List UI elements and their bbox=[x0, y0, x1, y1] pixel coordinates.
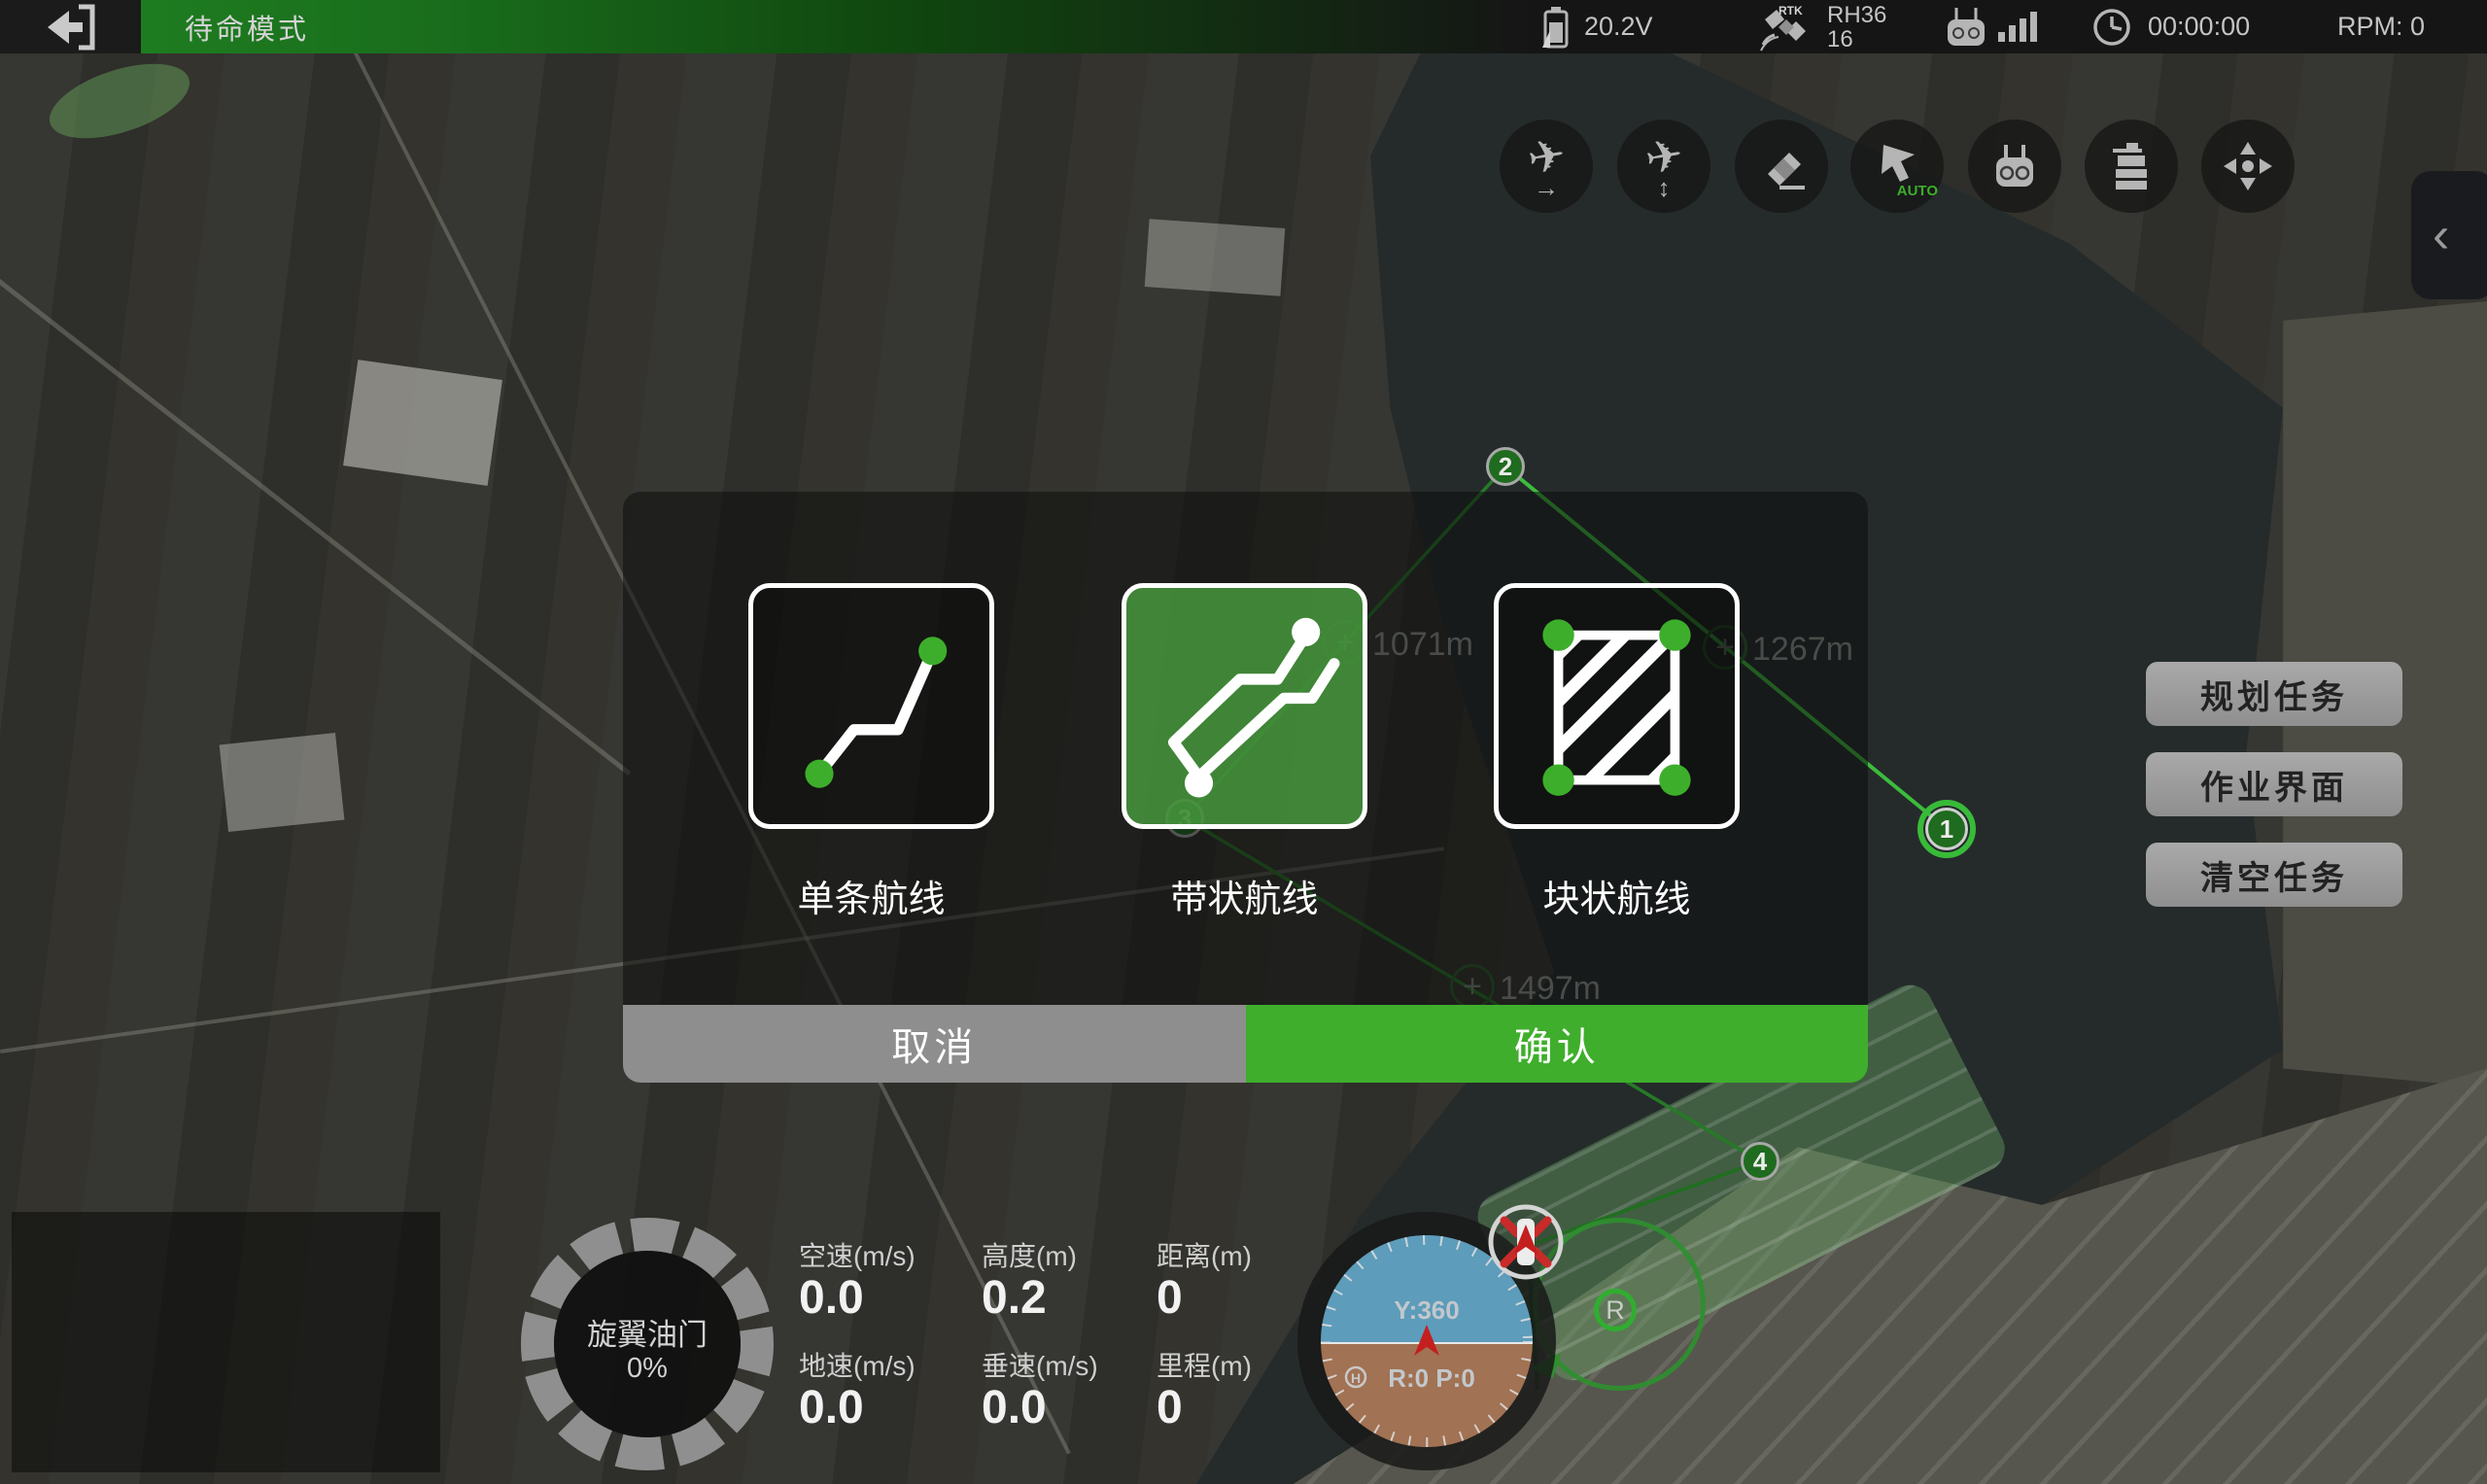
airspeed-label: 空速(m/s) bbox=[799, 1235, 915, 1274]
waypoint-marker-4[interactable]: 4 bbox=[1741, 1142, 1779, 1181]
chevron-left-icon: ‹ bbox=[2433, 206, 2449, 264]
verticalspeed-label: 垂速(m/s) bbox=[982, 1345, 1098, 1384]
yaw-readout: Y:360 bbox=[1394, 1295, 1459, 1325]
remote-controller-icon bbox=[1944, 6, 1988, 49]
single-route-icon bbox=[753, 588, 989, 824]
throttle-value: 0% bbox=[550, 1353, 744, 1385]
roll-pitch-readout: R:0 P:0 bbox=[1388, 1363, 1475, 1393]
voltage-value: 20.2V bbox=[1584, 12, 1653, 42]
option-strip-route-selected[interactable] bbox=[1122, 583, 1367, 829]
waypoint-marker-1[interactable]: 1 bbox=[1917, 800, 1976, 858]
clock-icon bbox=[2091, 7, 2132, 48]
flight-mode-label: 待命模式 bbox=[185, 0, 309, 53]
airspeed-value: 0.0 bbox=[799, 1271, 864, 1325]
pan-arrows-icon bbox=[2220, 138, 2276, 194]
flight-time-value: 00:00:00 bbox=[2148, 12, 2250, 42]
mode-banner bbox=[141, 0, 1531, 53]
battery-icon bbox=[1541, 5, 1571, 50]
altitude-label: 高度(m) bbox=[982, 1235, 1077, 1274]
toolbar-pan-button[interactable] bbox=[2201, 120, 2295, 213]
dialog-button-row: 取消 确认 bbox=[623, 1005, 1868, 1083]
throttle-label: 旋翼油门 bbox=[550, 1310, 744, 1354]
rpm-readout: RPM: 0 bbox=[2337, 0, 2425, 53]
cursor-arrow-icon bbox=[1872, 137, 1922, 188]
option-single-route[interactable] bbox=[748, 583, 994, 829]
toolbar-plane-horizontal-button[interactable]: ✈ → bbox=[1500, 120, 1593, 213]
waypoint-number: 2 bbox=[1499, 452, 1512, 482]
option-label-strip: 带状航线 bbox=[1122, 869, 1367, 922]
toolbar-layers-button[interactable] bbox=[2085, 120, 2178, 213]
strip-route-icon bbox=[1126, 588, 1363, 824]
groundspeed-value: 0.0 bbox=[799, 1381, 864, 1434]
exit-icon bbox=[40, 0, 102, 57]
mileage-value: 0 bbox=[1157, 1381, 1183, 1434]
mileage-label: 里程(m) bbox=[1157, 1345, 1252, 1384]
plane-icon: ✈ bbox=[1524, 132, 1569, 181]
option-block-route[interactable] bbox=[1494, 583, 1740, 829]
return-point-badge[interactable]: R bbox=[1594, 1289, 1637, 1331]
toolbar-auto-pointer-button[interactable]: AUTO bbox=[1850, 120, 1944, 213]
work-screen-button[interactable]: 作业界面 bbox=[2146, 752, 2402, 816]
return-badge-letter: R bbox=[1606, 1295, 1625, 1326]
clear-task-button[interactable]: 清空任务 bbox=[2146, 843, 2402, 907]
flight-timer: 00:00:00 bbox=[2091, 0, 2250, 53]
rtk-status: RTK RH36 16 bbox=[1757, 0, 1886, 53]
battery-status: 20.2V bbox=[1541, 0, 1653, 53]
rtk-sat-count: 16 bbox=[1827, 27, 1886, 52]
rtk-satellite-icon: RTK bbox=[1757, 2, 1815, 52]
altitude-value: 0.2 bbox=[982, 1271, 1047, 1325]
rtk-station-name: RH36 bbox=[1827, 3, 1886, 27]
confirm-button[interactable]: 确认 bbox=[1246, 1005, 1869, 1083]
toolbar-remote-button[interactable] bbox=[1968, 120, 2061, 213]
remote-controller-icon bbox=[1989, 141, 2040, 191]
layers-icon bbox=[2105, 140, 2158, 192]
toolbar-plane-vertical-button[interactable]: ✈ ↕ bbox=[1617, 120, 1710, 213]
plan-task-button[interactable]: 规划任务 bbox=[2146, 662, 2402, 726]
option-label-single: 单条航线 bbox=[748, 869, 994, 922]
distance-value: 0 bbox=[1157, 1271, 1183, 1325]
toolbar-eraser-button[interactable] bbox=[1735, 120, 1828, 213]
cancel-button[interactable]: 取消 bbox=[623, 1005, 1246, 1083]
camera-feed-panel[interactable] bbox=[12, 1212, 440, 1472]
drone-position-marker[interactable] bbox=[1487, 1203, 1565, 1281]
rc-link-status bbox=[1944, 0, 2037, 53]
option-label-block: 块状航线 bbox=[1494, 869, 1740, 922]
plane-icon: ✈ bbox=[1641, 132, 1686, 181]
distance-label: 距离(m) bbox=[1157, 1235, 1252, 1274]
back-button[interactable] bbox=[0, 0, 141, 53]
collapse-panel-button[interactable]: ‹ bbox=[2411, 171, 2487, 299]
home-heading-icon: H bbox=[1351, 1370, 1361, 1386]
waypoint-number: 4 bbox=[1753, 1147, 1767, 1177]
route-type-dialog: 单条航线 带状航线 bbox=[623, 492, 1868, 1083]
signal-bars-icon bbox=[1998, 13, 2037, 42]
app-screen: 1 2 3 4 + 1071m + 1267m + 1497m 待命模式 bbox=[0, 0, 2487, 1484]
waypoint-marker-2[interactable]: 2 bbox=[1486, 447, 1525, 486]
waypoint-number: 1 bbox=[1940, 814, 1953, 845]
eraser-icon bbox=[1754, 139, 1809, 193]
groundspeed-label: 地速(m/s) bbox=[799, 1345, 915, 1384]
top-status-bar: 待命模式 20.2V RTK RH36 16 bbox=[0, 0, 2487, 53]
auto-mode-label: AUTO bbox=[1897, 183, 1938, 199]
svg-text:RTK: RTK bbox=[1779, 4, 1803, 17]
block-route-icon bbox=[1499, 588, 1735, 824]
verticalspeed-value: 0.0 bbox=[982, 1381, 1047, 1434]
